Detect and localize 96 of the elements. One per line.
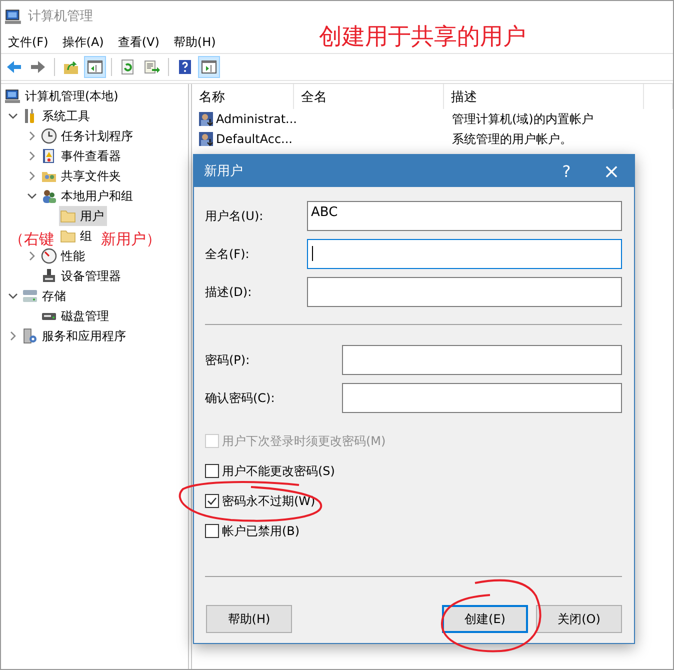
field-label: 密码(P): — [205, 352, 250, 368]
chevron-icon[interactable] — [27, 251, 37, 261]
annotation-note: （右键 — [9, 230, 54, 249]
tree-item[interactable]: 用户 — [59, 206, 107, 226]
check-icon — [207, 496, 217, 506]
item-label: 磁盘管理 — [61, 308, 109, 324]
table-cell-text: 管理计算机(域)的内置帐户 — [451, 110, 594, 128]
table-cell-text: 系统管理的用户帐户。 — [451, 130, 573, 148]
tree-item[interactable]: 服务和应用程序 — [21, 326, 129, 346]
dialog-button[interactable]: 关闭(O) — [536, 605, 622, 633]
user-icon — [198, 111, 214, 127]
log-book-icon — [41, 148, 57, 164]
item-label: 设备管理器 — [61, 268, 121, 284]
checkbox[interactable] — [205, 494, 219, 508]
chevron-icon[interactable] — [8, 291, 18, 301]
users-icon — [41, 188, 57, 204]
user-icon — [198, 131, 214, 147]
folder-icon — [60, 228, 76, 244]
help-icon — [177, 59, 193, 75]
item-label: 系统工具 — [42, 108, 90, 124]
checkbox-label[interactable]: 帐户已禁用(B) — [222, 522, 300, 540]
text-field[interactable] — [307, 239, 622, 269]
item-label: 计算机管理(本地) — [25, 88, 118, 104]
tree-item[interactable]: 事件查看器 — [40, 146, 124, 166]
annotation-heading: 创建用于共享的用户 — [319, 23, 526, 52]
panel-icon — [201, 59, 217, 75]
server-gear-icon — [22, 328, 38, 344]
text-field[interactable] — [307, 277, 622, 307]
menu-item[interactable]: 查看(V) — [112, 34, 168, 50]
table-cell: DefaultAcc... — [216, 132, 292, 146]
text-field[interactable]: ABC — [307, 201, 622, 231]
back-arrow-icon — [6, 59, 22, 75]
item-label: 用户 — [80, 208, 104, 224]
folder-icon — [60, 208, 76, 224]
tree-item[interactable]: 存储 — [21, 286, 69, 306]
chevron-icon[interactable] — [27, 131, 37, 141]
checkbox[interactable] — [205, 524, 219, 538]
text-field[interactable] — [342, 345, 622, 375]
close-button[interactable]: × — [589, 159, 634, 183]
item-label: 性能 — [61, 248, 85, 264]
checkbox[interactable] — [205, 464, 219, 478]
checkbox-label[interactable]: 用户不能更改密码(S) — [222, 462, 335, 480]
chevron-icon[interactable] — [27, 191, 37, 201]
help-button[interactable]: ? — [544, 162, 589, 180]
field-label: 确认密码(C): — [205, 390, 275, 406]
toolbar-button[interactable] — [198, 56, 220, 78]
window-title: 计算机管理 — [28, 8, 93, 25]
table-cell: Administrat... — [216, 112, 297, 126]
text-cursor — [312, 246, 313, 261]
field-label: 描述(D): — [205, 284, 252, 300]
device-icon — [41, 268, 57, 284]
chevron-icon[interactable] — [8, 111, 18, 121]
column-header[interactable]: 全名 — [294, 84, 444, 109]
computer-icon — [5, 88, 21, 104]
storage-icon — [22, 288, 38, 304]
item-label: 事件查看器 — [61, 148, 121, 164]
item-label: 本地用户和组 — [61, 188, 133, 204]
item-label: 服务和应用程序 — [42, 328, 126, 344]
tree-item[interactable]: 设备管理器 — [40, 266, 124, 286]
tree-item[interactable]: 计算机管理(本地) — [4, 86, 122, 106]
text-field[interactable] — [342, 383, 622, 413]
item-label: 共享文件夹 — [61, 168, 121, 184]
dialog-button[interactable]: 帮助(H) — [206, 605, 292, 633]
clock-icon — [41, 128, 57, 144]
tree-item[interactable]: 共享文件夹 — [40, 166, 124, 186]
item-label: 存储 — [42, 288, 66, 304]
chevron-icon[interactable] — [27, 171, 37, 181]
menu-item[interactable]: 操作(A) — [57, 34, 113, 50]
annotation-note: 新用户） — [101, 230, 161, 249]
tree-item[interactable]: 系统工具 — [21, 106, 93, 126]
computer-icon — [5, 8, 22, 24]
refresh-icon — [120, 59, 136, 75]
panel-icon — [87, 59, 103, 75]
tree-item[interactable]: 本地用户和组 — [40, 186, 136, 206]
checkbox-label[interactable]: 密码永不过期(W) — [222, 492, 316, 510]
chevron-icon[interactable] — [27, 151, 37, 161]
toolbar-button[interactable] — [84, 56, 106, 78]
forward-arrow-icon — [30, 59, 46, 75]
item-label: 任务计划程序 — [61, 128, 133, 144]
item-label: 组 — [80, 228, 92, 244]
field-label: 用户名(U): — [205, 208, 264, 224]
folder-up-icon — [63, 59, 79, 75]
tree-item[interactable]: 性能 — [40, 246, 88, 266]
chevron-icon[interactable] — [8, 331, 18, 341]
tree-item[interactable]: 磁盘管理 — [40, 306, 112, 326]
gauge-icon — [41, 248, 57, 264]
export-icon — [144, 59, 160, 75]
menu-item[interactable]: 帮助(H) — [168, 34, 225, 50]
tree-item[interactable]: 任务计划程序 — [40, 126, 136, 146]
column-header[interactable]: 名称 — [192, 84, 294, 109]
tree-item[interactable]: 组 — [59, 226, 95, 246]
menu-item[interactable]: 文件(F) — [3, 34, 58, 50]
dialog-button[interactable]: 创建(E) — [442, 605, 528, 633]
dialog-title: 新用户 — [204, 163, 244, 180]
field-label: 全名(F): — [205, 246, 250, 262]
column-header[interactable]: 描述 — [444, 84, 644, 109]
